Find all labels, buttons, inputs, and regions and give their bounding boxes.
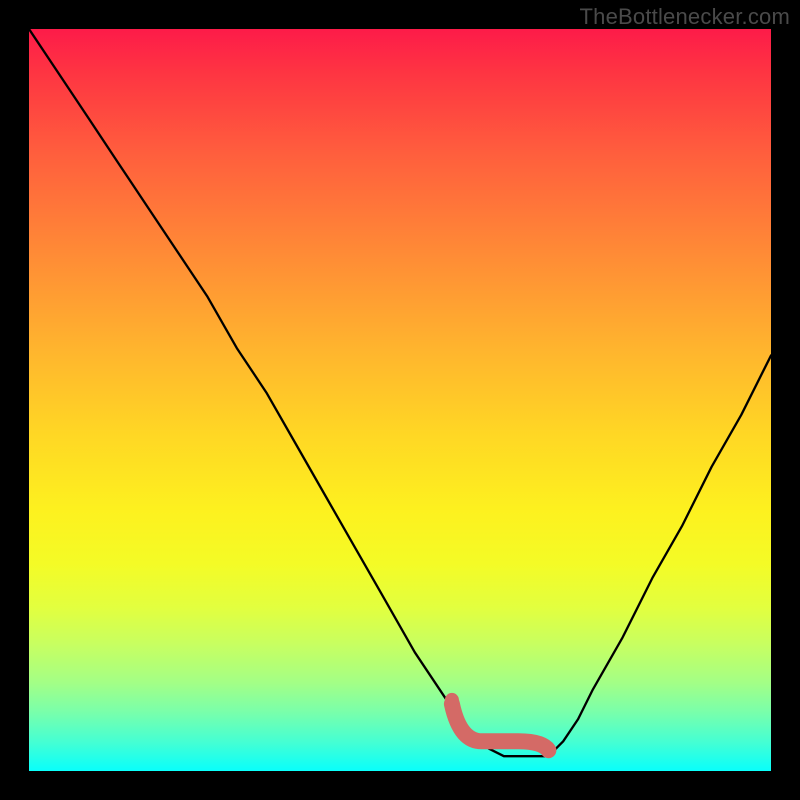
watermark-text: TheBottlenecker.com (580, 4, 790, 30)
optimal-range-start-dot (445, 693, 459, 707)
chart-frame: TheBottlenecker.com (0, 0, 800, 800)
bottleneck-curve (29, 29, 771, 756)
chart-svg (29, 29, 771, 771)
optimal-range-marker (452, 704, 549, 750)
plot-area (29, 29, 771, 771)
